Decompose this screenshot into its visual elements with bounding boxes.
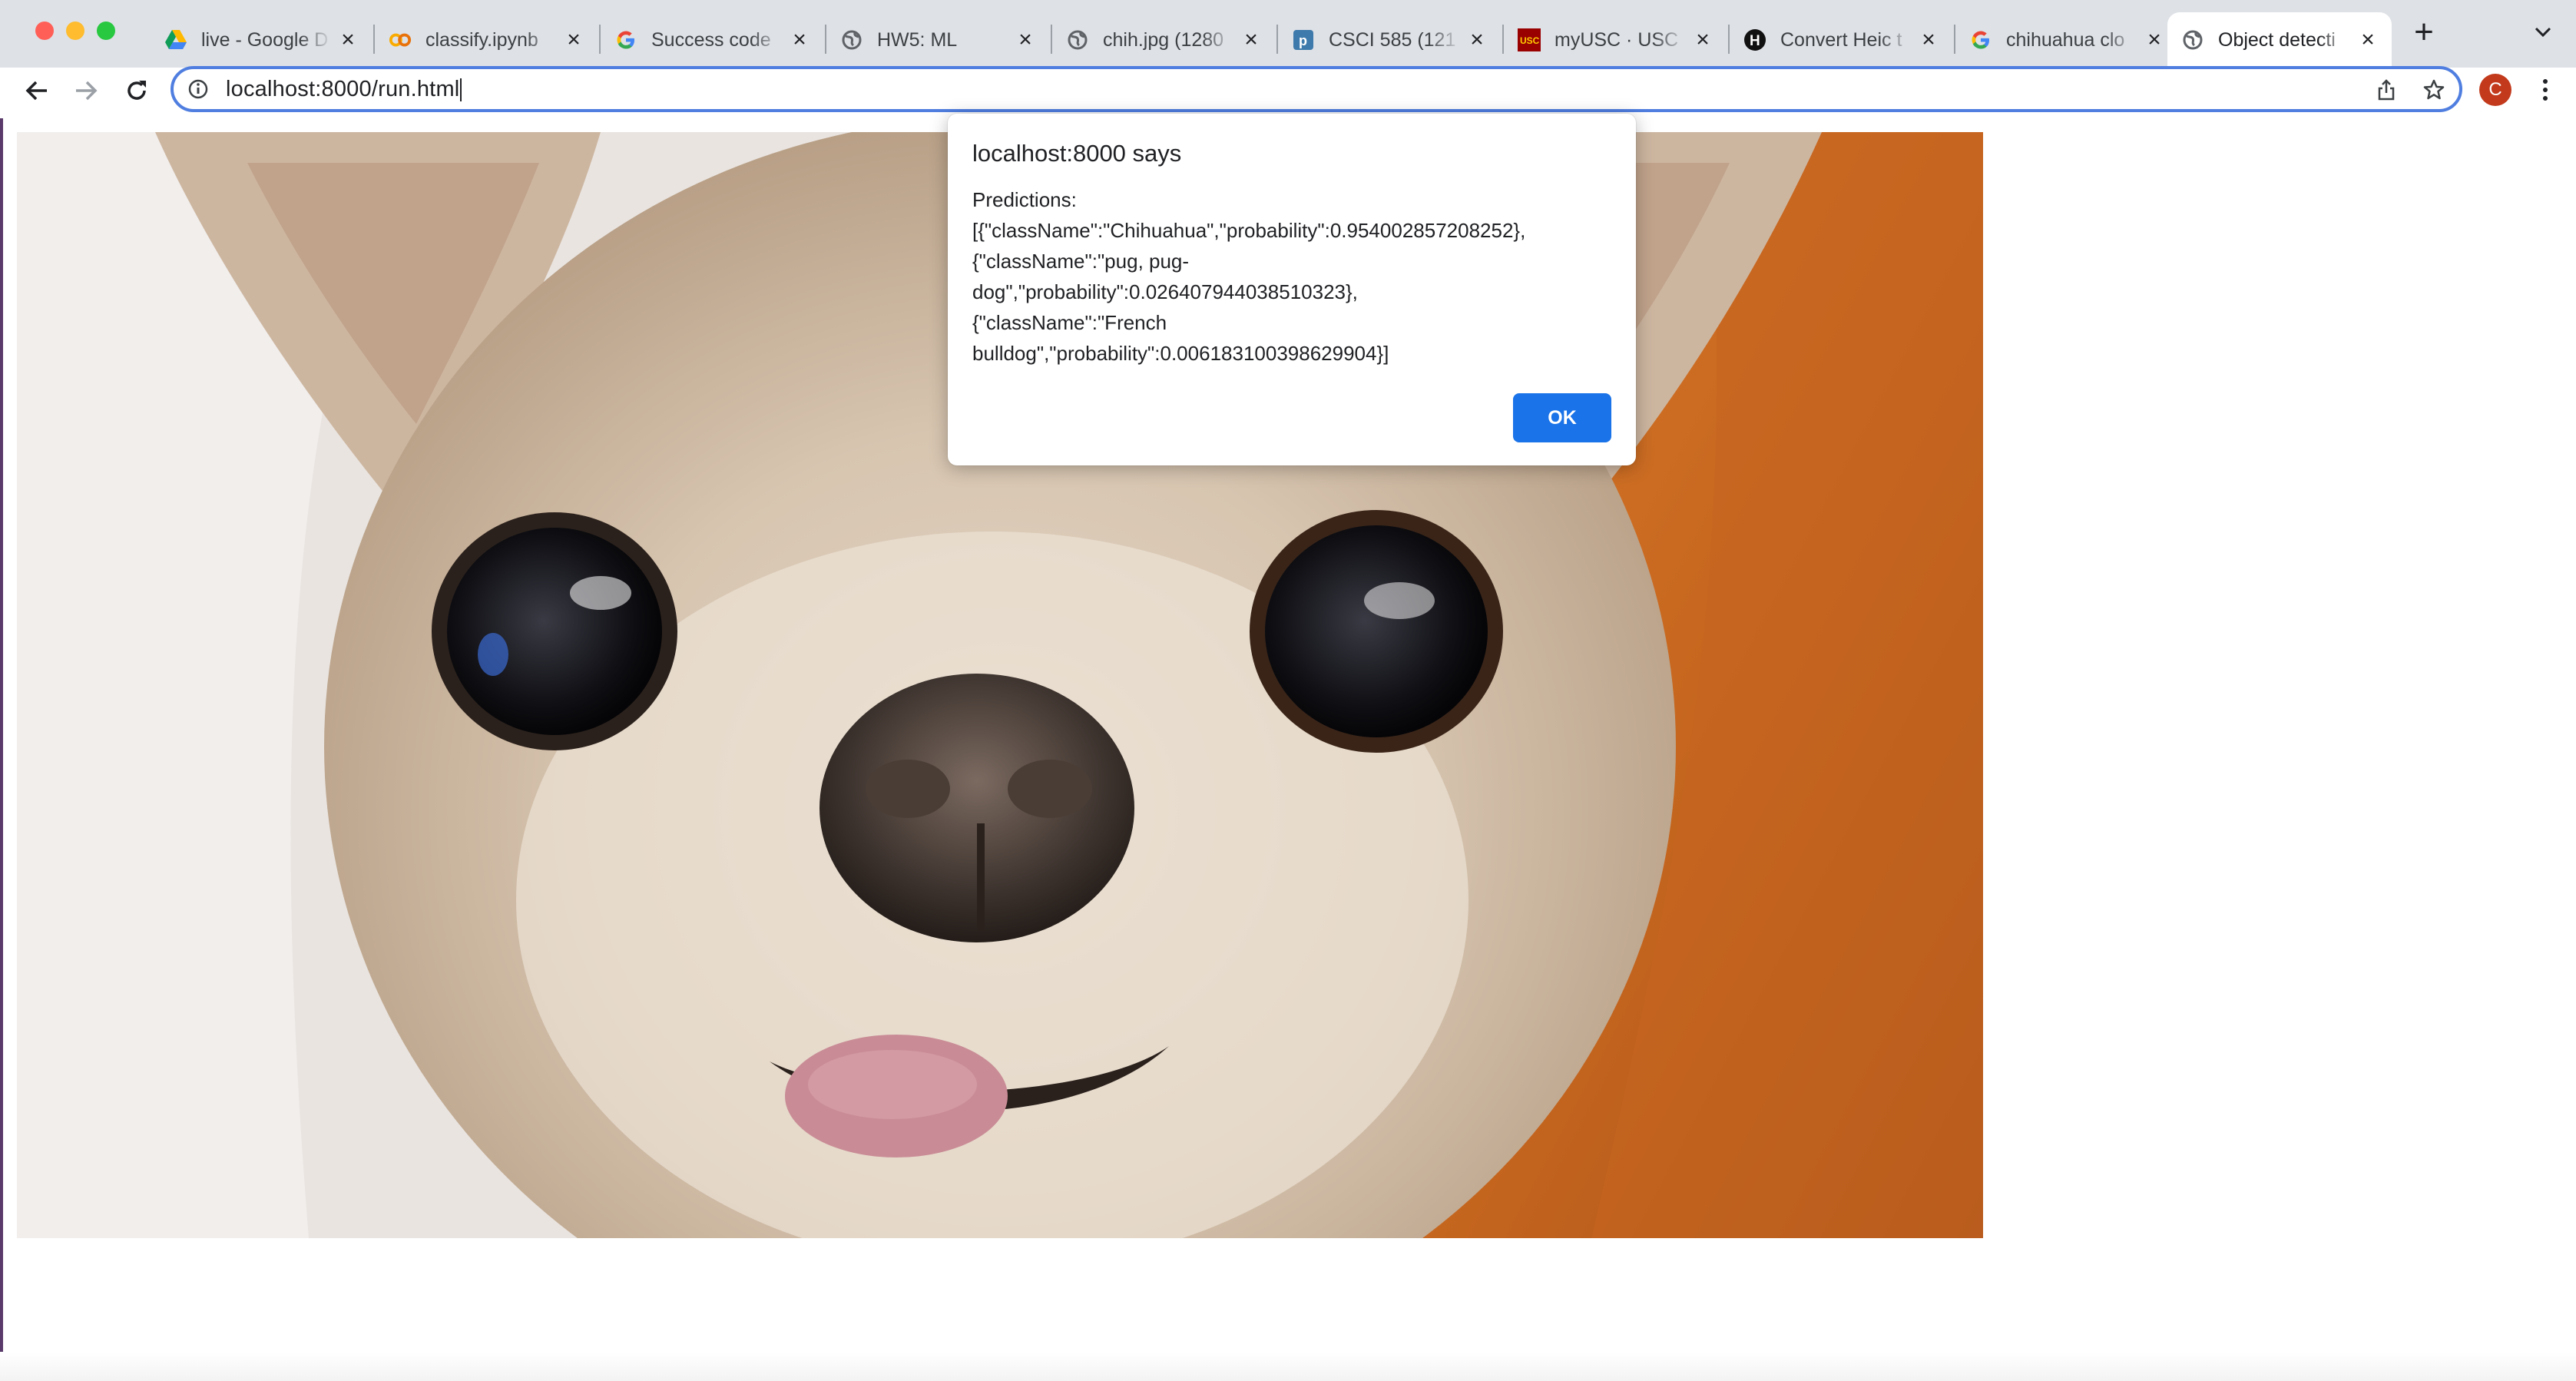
url-value: localhost:8000/run.html bbox=[226, 77, 460, 101]
close-icon[interactable]: × bbox=[790, 28, 810, 51]
tab-title: chihuahua clo bbox=[2006, 28, 2125, 51]
window-minimize-button[interactable] bbox=[66, 22, 84, 40]
tab-title: myUSC · USC bbox=[1555, 28, 1679, 51]
tab-title: classify.ipynb bbox=[425, 28, 538, 51]
usc-icon: USC bbox=[1518, 28, 1541, 51]
url-text[interactable]: localhost:8000/run.html bbox=[226, 77, 462, 102]
arrow-right-icon bbox=[76, 81, 98, 101]
google-icon bbox=[614, 28, 637, 51]
tab-title: Success code bbox=[651, 28, 771, 51]
forward-button[interactable] bbox=[71, 75, 101, 106]
tab-chih-jpg[interactable]: chih.jpg (1280 × bbox=[1052, 12, 1275, 68]
tab-title: chih.jpg (1280 bbox=[1103, 28, 1224, 51]
alert-dialog: localhost:8000 says Predictions: [{"clas… bbox=[948, 114, 1636, 465]
tab-classify[interactable]: classify.ipynb × bbox=[375, 12, 598, 68]
tab-google-drive[interactable]: live - Google D × bbox=[151, 12, 372, 68]
tab-myusc[interactable]: USC myUSC · USC × bbox=[1504, 12, 1727, 68]
globe-icon bbox=[2181, 28, 2204, 51]
google-icon bbox=[1969, 28, 1992, 51]
google-drive-icon bbox=[164, 28, 187, 51]
close-icon[interactable]: × bbox=[1919, 28, 1939, 51]
bookmark-star-icon[interactable] bbox=[2422, 78, 2445, 101]
close-icon[interactable]: × bbox=[564, 28, 584, 51]
reload-icon bbox=[127, 81, 146, 100]
close-icon[interactable]: × bbox=[1693, 28, 1713, 51]
tab-chihuahua-search[interactable]: chihuahua clo × bbox=[1955, 12, 2178, 68]
window-close-button[interactable] bbox=[35, 22, 54, 40]
address-bar[interactable]: localhost:8000/run.html bbox=[171, 66, 2462, 112]
svg-text:USC: USC bbox=[1520, 35, 1540, 46]
tab-title: live - Google D bbox=[201, 28, 329, 51]
dialog-message: Predictions: [{"className":"Chihuahua","… bbox=[972, 188, 1526, 365]
tab-csci-585[interactable]: p CSCI 585 (121 × bbox=[1278, 12, 1501, 68]
new-tab-button[interactable]: + bbox=[2409, 15, 2439, 49]
profile-avatar[interactable]: C bbox=[2479, 74, 2511, 106]
ok-button[interactable]: OK bbox=[1513, 393, 1611, 442]
svg-text:H: H bbox=[1750, 33, 1760, 49]
arrow-left-icon bbox=[25, 81, 47, 101]
h-icon: H bbox=[1743, 28, 1766, 51]
text-caret bbox=[460, 78, 462, 102]
tab-success-code[interactable]: Success code × bbox=[601, 12, 823, 68]
globe-icon bbox=[840, 28, 863, 51]
reload-button[interactable] bbox=[121, 75, 152, 106]
close-icon[interactable]: × bbox=[1015, 28, 1035, 51]
tab-title: Object detecti bbox=[2218, 28, 2336, 51]
colab-icon bbox=[389, 28, 412, 51]
tab-object-detection[interactable]: Object detecti × bbox=[2167, 12, 2392, 68]
tab-search-chevron-icon[interactable] bbox=[2531, 20, 2554, 43]
tab-title: Convert Heic t bbox=[1780, 28, 1902, 51]
share-icon[interactable] bbox=[2375, 78, 2398, 101]
globe-icon bbox=[1066, 28, 1089, 51]
tab-title: CSCI 585 (121 bbox=[1329, 28, 1456, 51]
close-icon[interactable]: × bbox=[1241, 28, 1261, 51]
close-icon[interactable]: × bbox=[338, 28, 358, 51]
dialog-title: localhost:8000 says bbox=[972, 140, 1182, 167]
tab-hw5-ml[interactable]: HW5: ML × bbox=[826, 12, 1049, 68]
site-info-icon[interactable] bbox=[187, 78, 209, 100]
window-maximize-button[interactable] bbox=[97, 22, 115, 40]
piazza-icon: p bbox=[1292, 28, 1315, 51]
page-bottom bbox=[0, 1352, 2576, 1381]
close-icon[interactable]: × bbox=[1467, 28, 1487, 51]
close-icon[interactable]: × bbox=[2358, 28, 2378, 51]
svg-text:p: p bbox=[1299, 33, 1307, 48]
tab-title: HW5: ML bbox=[877, 28, 958, 51]
tab-convert-heic[interactable]: H Convert Heic t × bbox=[1730, 12, 1952, 68]
window-edge bbox=[0, 118, 3, 1381]
tab-strip: live - Google D × classify.ipynb × Succe… bbox=[0, 0, 2576, 68]
close-icon[interactable]: × bbox=[2144, 28, 2164, 51]
back-button[interactable] bbox=[22, 75, 52, 106]
more-menu-icon[interactable] bbox=[2538, 77, 2553, 103]
